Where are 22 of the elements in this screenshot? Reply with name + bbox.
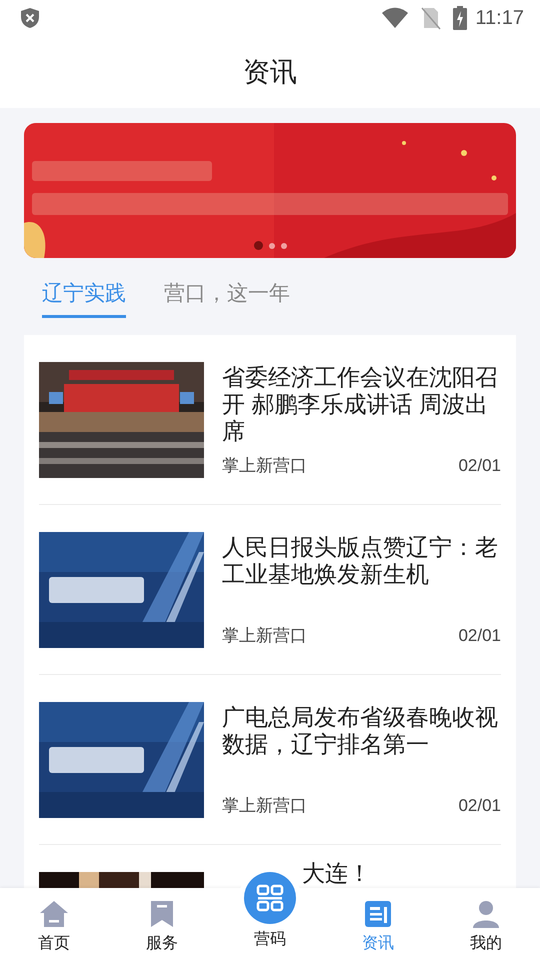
nav-tab[interactable]: 服务 — [108, 888, 216, 960]
article-source: 掌上新营口 — [222, 454, 307, 476]
shield-icon — [20, 7, 40, 29]
qr-code-icon — [244, 872, 296, 924]
page-title: 资讯 — [243, 56, 297, 89]
article-date: 02/01 — [458, 794, 501, 816]
article-source: 掌上新营口 — [222, 794, 307, 816]
article-title[interactable]: 省委经济工作会议在沈阳召开 郝鹏李乐成讲话 周波出席 — [222, 364, 501, 445]
no-sim-icon — [421, 6, 442, 30]
wifi-icon — [381, 7, 410, 29]
document-icon — [362, 898, 394, 930]
article-date: 02/01 — [458, 454, 501, 476]
person-icon — [470, 898, 502, 930]
article-source: 掌上新营口 — [222, 624, 307, 646]
nav-tab[interactable]: 我的 — [432, 888, 540, 960]
battery-charging-icon — [453, 6, 468, 30]
article-title[interactable]: 人民日报头版点赞辽宁：老工业基地焕发新生机 — [222, 534, 501, 588]
article-title[interactable]: 广电总局发布省级春晚收视数据，辽宁排名第一 — [222, 704, 501, 758]
home-icon — [38, 898, 70, 930]
article-date: 02/01 — [458, 624, 501, 646]
status-time: 11:17 — [475, 6, 524, 31]
nav-tab[interactable]: 首页 — [0, 888, 108, 960]
